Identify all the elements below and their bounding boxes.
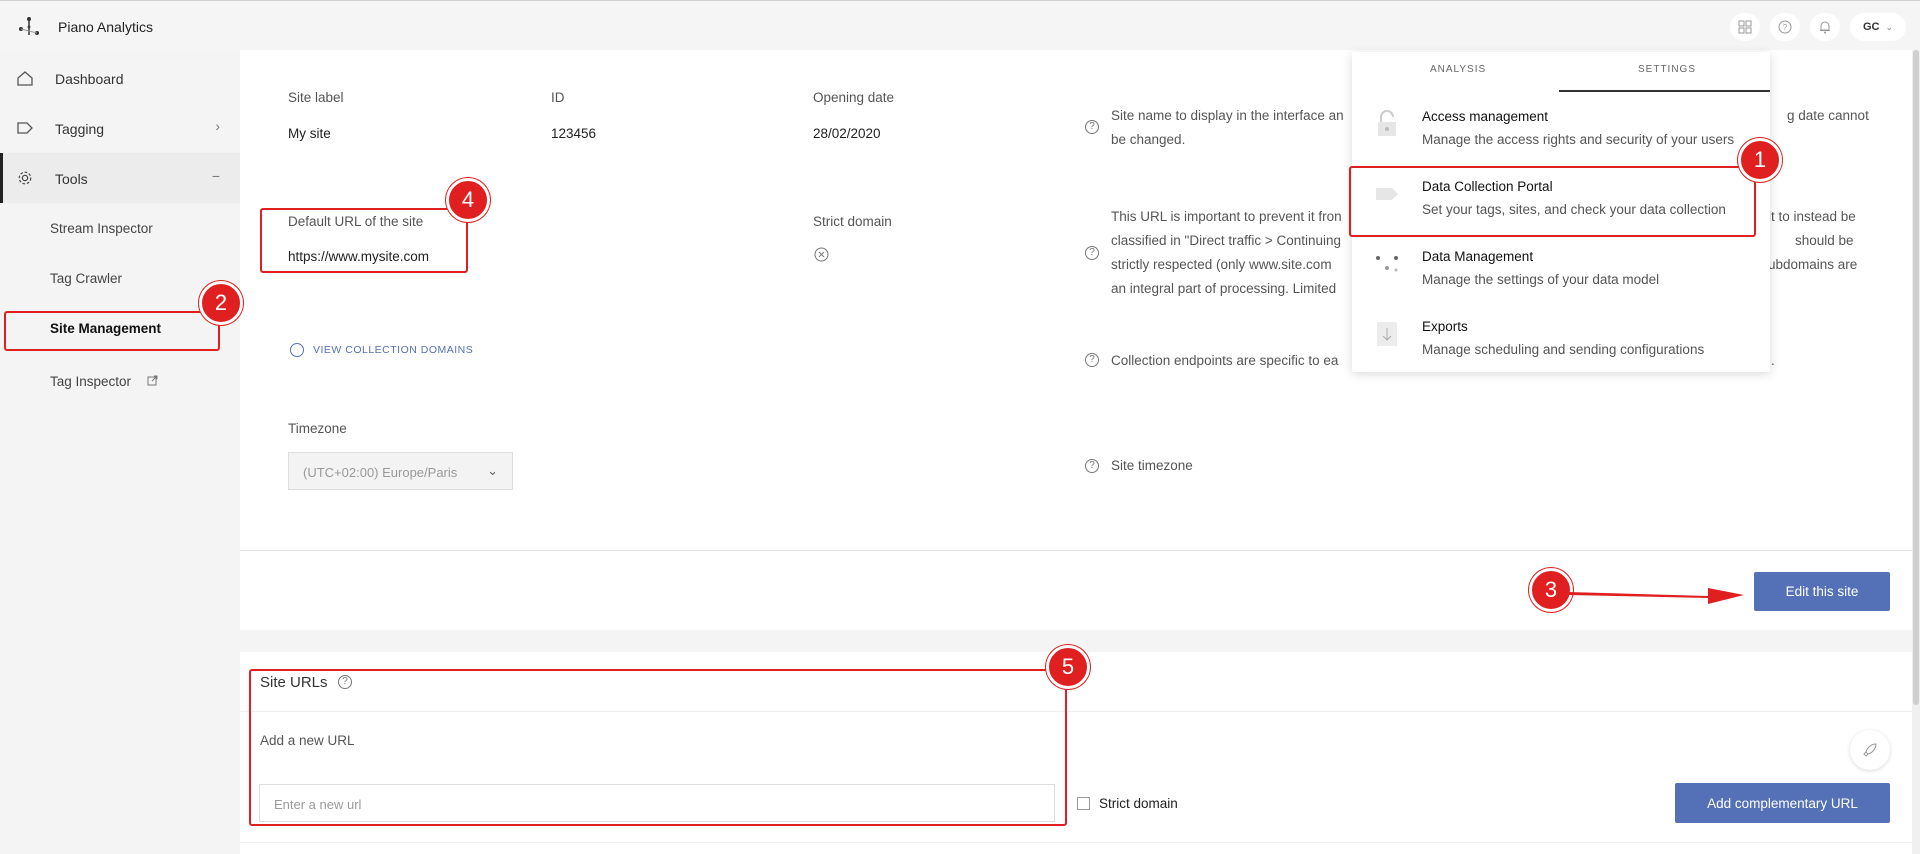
strict-domain-label: Strict domain bbox=[1099, 796, 1178, 811]
site-label-help-1: Site name to display in the interface an bbox=[1111, 108, 1344, 123]
tab-analysis[interactable]: Analysis bbox=[1430, 64, 1486, 75]
scrollbar-thumb[interactable] bbox=[1913, 50, 1919, 705]
chevron-down-icon: ⌄ bbox=[487, 463, 498, 478]
annotation-badge-5: 5 bbox=[1046, 645, 1090, 689]
edit-site-button[interactable]: Edit this site bbox=[1754, 572, 1890, 611]
sidebar-subitem-tag-inspector[interactable]: Tag Inspector bbox=[50, 374, 131, 389]
url-help-3: strictly respected (only www.site.com bbox=[1111, 257, 1332, 272]
chevron-down-icon: ⌄ bbox=[1885, 21, 1894, 32]
timezone-help: Site timezone bbox=[1111, 458, 1193, 473]
sidebar-subitem-tag-crawler[interactable]: Tag Crawler bbox=[50, 271, 122, 286]
help-question-icon: ? bbox=[1085, 459, 1099, 473]
url-help-right-3: ubdomains are bbox=[1768, 257, 1858, 272]
annotation-arrow-icon bbox=[1568, 588, 1744, 604]
strict-domain-title: Strict domain bbox=[813, 214, 892, 229]
external-link-icon bbox=[147, 375, 158, 386]
url-help-2: classified in "Direct traffic > Continui… bbox=[1111, 233, 1342, 248]
site-label-title: Site label bbox=[288, 90, 344, 105]
url-help-4: an integral part of processing. Limited bbox=[1111, 281, 1337, 296]
add-complementary-url-button[interactable]: Add complementary URL bbox=[1675, 783, 1890, 823]
opening-date-title: Opening date bbox=[813, 90, 895, 105]
help-question-icon: ? bbox=[1085, 120, 1099, 134]
menu-item-exports[interactable]: Exports bbox=[1422, 319, 1468, 334]
timezone-title: Timezone bbox=[288, 421, 347, 436]
notification-bell-icon[interactable] bbox=[1810, 13, 1840, 41]
lock-icon bbox=[1378, 110, 1396, 136]
url-help-1: This URL is important to prevent it fron bbox=[1111, 209, 1342, 224]
user-avatar-menu[interactable]: GC ⌄ bbox=[1850, 13, 1906, 41]
sidebar-item-label: Tagging bbox=[55, 121, 105, 137]
sidebar-subitem-stream-inspector[interactable]: Stream Inspector bbox=[50, 221, 153, 236]
divider bbox=[240, 842, 1912, 843]
menu-item-desc: Manage the access rights and security of… bbox=[1422, 132, 1735, 147]
radio-icon[interactable] bbox=[290, 343, 304, 357]
annotation-box-5 bbox=[249, 669, 1067, 826]
opening-date-value: 28/02/2020 bbox=[813, 126, 881, 141]
annotation-badge-2: 2 bbox=[199, 281, 243, 325]
timezone-value: (UTC+02:00) Europe/Paris bbox=[303, 465, 458, 480]
url-help-right-2: should be bbox=[1795, 233, 1854, 248]
tag-icon bbox=[17, 122, 33, 134]
menu-item-access-management[interactable]: Access management bbox=[1422, 109, 1548, 124]
help-question-icon: ? bbox=[1085, 246, 1099, 260]
annotation-box-2 bbox=[4, 311, 220, 351]
divider bbox=[240, 550, 1912, 551]
gear-icon bbox=[18, 171, 32, 185]
avatar-initials: GC bbox=[1862, 21, 1880, 33]
data-model-icon bbox=[1376, 256, 1398, 272]
apps-grid-icon[interactable] bbox=[1730, 13, 1760, 41]
site-label-help-right: g date cannot bbox=[1787, 108, 1869, 123]
strict-domain-checkbox[interactable] bbox=[1077, 797, 1090, 810]
rocket-icon[interactable] bbox=[1850, 730, 1890, 770]
annotation-badge-3: 3 bbox=[1529, 568, 1573, 612]
cross-circle-icon bbox=[814, 247, 829, 262]
active-tab-indicator bbox=[1559, 90, 1770, 92]
menu-item-desc: Manage scheduling and sending configurat… bbox=[1422, 342, 1705, 357]
sidebar: Dashboard Tagging › Tools − Stream Inspe… bbox=[0, 50, 240, 854]
tab-settings[interactable]: Settings bbox=[1638, 64, 1696, 75]
annotation-badge-1: 1 bbox=[1738, 138, 1782, 182]
annotation-box-4 bbox=[260, 208, 468, 273]
annotation-box-1 bbox=[1349, 166, 1756, 237]
page-scrollbar[interactable] bbox=[1912, 50, 1920, 854]
app-title: Piano Analytics bbox=[58, 19, 153, 35]
site-label-help-2: be changed. bbox=[1111, 132, 1186, 147]
site-id-value: 123456 bbox=[551, 126, 597, 141]
top-bar: Piano Analytics ? GC ⌄ bbox=[0, 0, 1920, 50]
menu-item-desc: Manage the settings of your data model bbox=[1422, 272, 1660, 287]
home-icon bbox=[17, 71, 33, 86]
chevron-right-icon: › bbox=[215, 118, 220, 134]
url-help-right-1: it to instead be bbox=[1768, 209, 1856, 224]
sidebar-item-label: Tools bbox=[55, 171, 88, 187]
piano-logo-icon bbox=[19, 17, 39, 35]
sidebar-item-tagging[interactable]: Tagging › bbox=[0, 103, 240, 153]
collapse-icon: − bbox=[211, 168, 220, 184]
collection-help: Collection endpoints are specific to ea bbox=[1111, 353, 1339, 368]
export-icon bbox=[1377, 322, 1397, 346]
annotation-badge-4: 4 bbox=[446, 178, 490, 222]
view-collection-domains-link[interactable]: View collection domains bbox=[313, 344, 473, 356]
timezone-select[interactable]: (UTC+02:00) Europe/Paris ⌄ bbox=[288, 452, 513, 490]
help-question-icon: ? bbox=[1085, 353, 1099, 367]
svg-text:?: ? bbox=[1783, 23, 1788, 32]
site-label-value: My site bbox=[288, 126, 331, 141]
menu-item-data-management[interactable]: Data Management bbox=[1422, 249, 1533, 264]
help-icon[interactable]: ? bbox=[1770, 13, 1800, 41]
site-id-title: ID bbox=[551, 90, 565, 105]
sidebar-item-dashboard[interactable]: Dashboard bbox=[0, 53, 240, 103]
sidebar-item-tools[interactable]: Tools − bbox=[0, 153, 240, 203]
collection-help-right: . bbox=[1771, 353, 1775, 368]
sidebar-item-label: Dashboard bbox=[55, 71, 124, 87]
